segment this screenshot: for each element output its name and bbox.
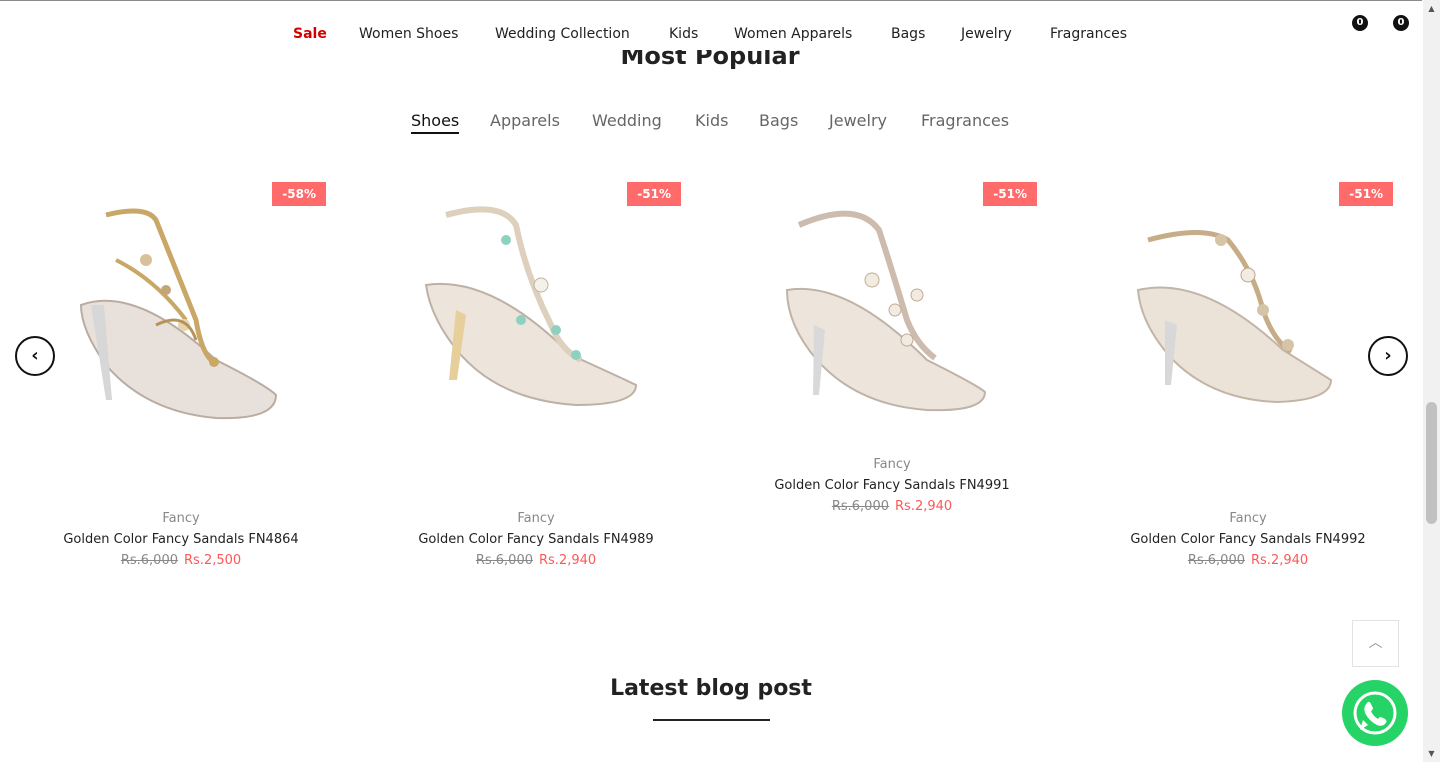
discount-badge: -51%	[627, 182, 681, 206]
tab-wedding[interactable]: Wedding	[592, 111, 662, 130]
sale-price: Rs.2,940	[539, 553, 597, 568]
back-to-top-button[interactable]: ︿	[1352, 620, 1399, 667]
product-image[interactable]: -51%	[747, 180, 1037, 480]
tab-fragrances[interactable]: Fragrances	[921, 111, 1009, 130]
tab-jewelry[interactable]: Jewelry	[829, 111, 887, 130]
nav-item-women-shoes[interactable]: Women Shoes	[359, 26, 458, 42]
product-name[interactable]: Golden Color Fancy Sandals FN4864	[36, 532, 326, 547]
discount-badge: -51%	[983, 182, 1037, 206]
discount-badge: -51%	[1339, 182, 1393, 206]
sale-price: Rs.2,940	[1251, 553, 1309, 568]
product-image[interactable]: -51%	[391, 180, 681, 480]
nav-item-women-apparels[interactable]: Women Apparels	[734, 26, 852, 42]
product-name[interactable]: Golden Color Fancy Sandals FN4992	[1103, 532, 1393, 547]
old-price: Rs.6,000	[475, 553, 533, 568]
blog-section-title: Latest blog post	[610, 676, 812, 701]
top-border	[0, 0, 1422, 4]
product-category[interactable]: Fancy	[1103, 511, 1393, 526]
chevron-left-icon: ‹	[31, 345, 39, 366]
whatsapp-icon	[1353, 691, 1397, 735]
nav-item-wedding-collection[interactable]: Wedding Collection	[495, 26, 630, 42]
scroll-up-icon[interactable]: ▲	[1423, 0, 1440, 17]
product-card[interactable]: -51% Fancy Golden Color Fancy Sandals FN…	[747, 180, 1037, 580]
scrollbar-thumb[interactable]	[1426, 402, 1437, 524]
sale-price: Rs.2,940	[895, 499, 953, 514]
scroll-down-icon[interactable]: ▼	[1423, 745, 1440, 762]
sandal-image	[79, 208, 278, 420]
product-info: Fancy Golden Color Fancy Sandals FN4989 …	[391, 511, 681, 568]
product-category[interactable]: Fancy	[36, 511, 326, 526]
product-image[interactable]: -51%	[1103, 180, 1393, 480]
tab-kids[interactable]: Kids	[695, 111, 728, 130]
cart-count-badge[interactable]: 0	[1393, 15, 1409, 31]
product-category[interactable]: Fancy	[747, 457, 1037, 472]
section-title: Most Popular	[620, 50, 800, 70]
product-prices: Rs.6,000 Rs.2,940	[1103, 553, 1393, 568]
nav-item-sale[interactable]: Sale	[293, 26, 327, 42]
product-card[interactable]: -58% Fancy Golden Color Fancy Sandals FN…	[36, 180, 326, 580]
sandal-image	[1136, 230, 1333, 404]
chevron-right-icon: ›	[1384, 345, 1392, 366]
tab-bags[interactable]: Bags	[759, 111, 798, 130]
product-prices: Rs.6,000 Rs.2,940	[747, 499, 1037, 514]
product-name[interactable]: Golden Color Fancy Sandals FN4991	[747, 478, 1037, 493]
old-price: Rs.6,000	[1187, 553, 1245, 568]
product-prices: Rs.6,000 Rs.2,500	[36, 553, 326, 568]
sale-price: Rs.2,500	[184, 553, 242, 568]
nav-item-jewelry[interactable]: Jewelry	[961, 26, 1012, 42]
tab-shoes[interactable]: Shoes	[411, 111, 460, 134]
whatsapp-button[interactable]	[1342, 680, 1408, 746]
wishlist-count-badge[interactable]: 0	[1352, 15, 1368, 31]
chevron-up-icon: ︿	[1368, 635, 1383, 651]
nav-item-fragrances[interactable]: Fragrances	[1050, 26, 1127, 42]
product-info: Fancy Golden Color Fancy Sandals FN4864 …	[36, 511, 326, 568]
carousel-next-button[interactable]: ›	[1368, 336, 1408, 376]
product-category[interactable]: Fancy	[391, 511, 681, 526]
carousel-prev-button[interactable]: ‹	[15, 336, 55, 376]
sandal-image	[424, 206, 638, 407]
sandal-image	[785, 210, 987, 412]
old-price: Rs.6,000	[120, 553, 178, 568]
product-card[interactable]: -51% Fancy Golden Color Fancy Sandals FN…	[391, 180, 681, 580]
section-title-wrapper: Most Popular	[560, 50, 860, 72]
product-info: Fancy Golden Color Fancy Sandals FN4992 …	[1103, 511, 1393, 568]
page-scrollbar[interactable]: ▲ ▼	[1423, 0, 1440, 762]
product-name[interactable]: Golden Color Fancy Sandals FN4989	[391, 532, 681, 547]
nav-item-kids[interactable]: Kids	[669, 26, 698, 42]
product-image[interactable]: -58%	[36, 180, 326, 480]
blog-title-underline	[653, 719, 770, 721]
main-nav: Sale Women Shoes Wedding Collection Kids…	[0, 26, 1422, 46]
old-price: Rs.6,000	[831, 499, 889, 514]
tab-apparels[interactable]: Apparels	[490, 111, 560, 130]
discount-badge: -58%	[272, 182, 326, 206]
product-card[interactable]: -51% Fancy Golden Color Fancy Sandals FN…	[1103, 180, 1393, 580]
product-prices: Rs.6,000 Rs.2,940	[391, 553, 681, 568]
product-info: Fancy Golden Color Fancy Sandals FN4991 …	[747, 457, 1037, 514]
nav-item-bags[interactable]: Bags	[891, 26, 925, 42]
